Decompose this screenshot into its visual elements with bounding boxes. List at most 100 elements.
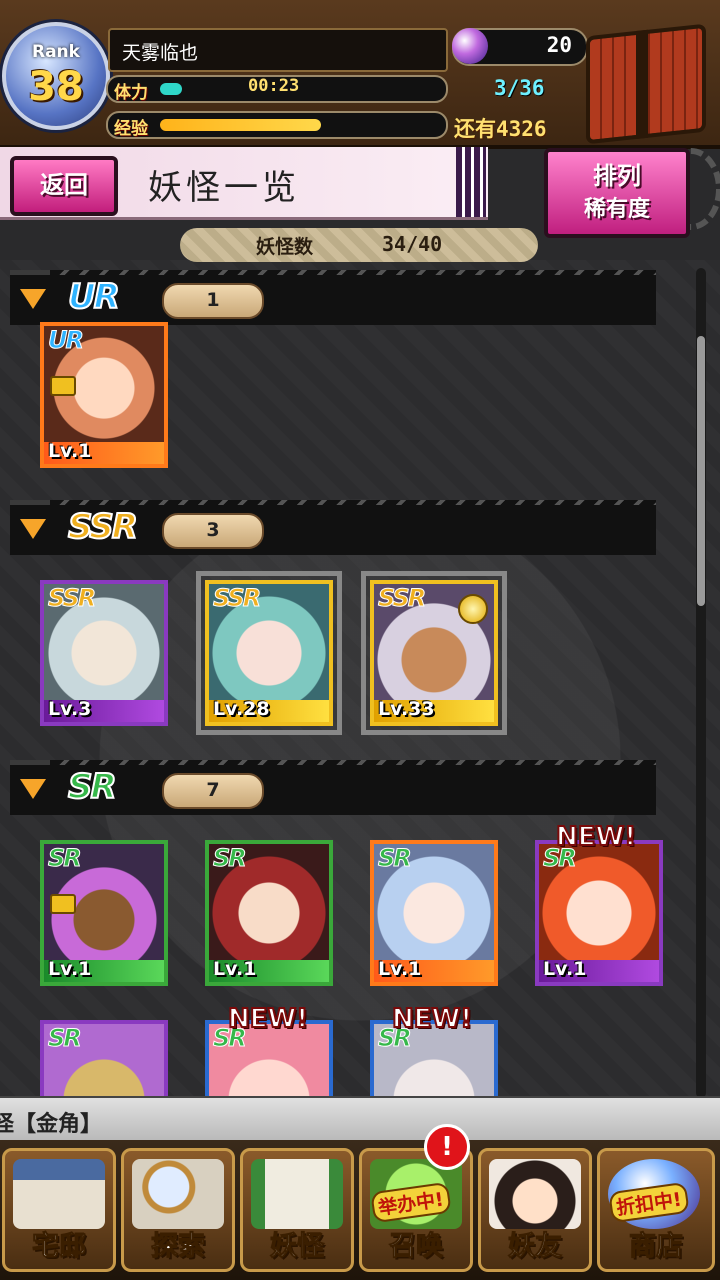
nav-friends-button[interactable]: 妖友	[478, 1148, 592, 1272]
card-level-bar: Lv.1	[374, 958, 494, 982]
nav-explore-button[interactable]: 探索	[121, 1148, 235, 1272]
scroll-icon	[251, 1159, 343, 1229]
yokai-card[interactable]: SSR Lv.28	[196, 571, 342, 735]
mansion-icon	[13, 1159, 105, 1229]
section-rarity: SR	[67, 766, 118, 808]
catgirl-icon	[489, 1159, 581, 1229]
player-name: 天雾临也	[122, 42, 199, 64]
section-rarity: UR	[67, 276, 121, 318]
section-header-sr[interactable]: SR 7	[10, 760, 656, 815]
card-level-bar: Lv.1	[44, 958, 164, 982]
yokai-card[interactable]: UR Lv.1	[40, 322, 168, 468]
new-badge: NEW!	[555, 821, 637, 853]
section-header-ur[interactable]: UR 1	[10, 270, 656, 325]
yokai-count-bar: 妖怪数 34/40	[180, 228, 538, 262]
card-level-bar: Lv.1	[44, 440, 164, 464]
card-level: Lv.1	[48, 958, 92, 980]
yokai-card[interactable]: SR Lv.1	[205, 840, 333, 986]
collapse-triangle-icon[interactable]	[20, 289, 46, 309]
exp-remaining-label: 还有	[454, 117, 496, 141]
new-badge: NEW!	[227, 1003, 309, 1035]
yokai-count-label: 妖怪数	[256, 236, 314, 258]
page-title: 妖怪一览	[148, 168, 300, 208]
bottom-nav: 宅邸 探索 妖怪 举办中! 召唤 妖友 折扣中! 商店	[0, 1140, 720, 1280]
card-level: Lv.1	[543, 958, 587, 980]
section-rarity: SSR	[67, 506, 139, 548]
sort-label: 排列	[593, 162, 641, 190]
yokai-card[interactable]: SR Lv.1	[535, 840, 663, 986]
card-level: Lv.33	[378, 698, 435, 720]
yokai-card[interactable]: SSR Lv.3	[40, 580, 168, 726]
collapse-triangle-icon[interactable]	[20, 519, 46, 539]
section-header-ssr[interactable]: SSR 3	[10, 500, 656, 555]
nav-label: 妖友	[508, 1231, 563, 1263]
card-level: Lv.28	[213, 698, 270, 720]
nav-label: 妖怪	[270, 1231, 325, 1263]
card-level-bar: Lv.3	[44, 698, 164, 722]
card-level: Lv.1	[378, 958, 422, 980]
nav-label: 商店	[629, 1231, 684, 1263]
rank-label: Rank	[32, 42, 80, 62]
gem-counter[interactable]: 20	[452, 28, 588, 66]
card-rarity: UR	[48, 326, 85, 355]
section-count: 3	[162, 513, 264, 549]
magnifier-map-icon	[132, 1159, 224, 1229]
scrollbar-thumb[interactable]	[697, 336, 705, 606]
card-rarity: SR	[48, 1024, 83, 1053]
nav-label: 宅邸	[32, 1231, 87, 1263]
scrollbar[interactable]	[696, 268, 706, 1098]
sort-value: 稀有度	[583, 197, 650, 222]
collapse-triangle-icon[interactable]	[20, 779, 46, 799]
nav-label: 召唤	[389, 1231, 444, 1263]
exp-remaining: 还有4326	[454, 113, 547, 143]
lock-icon	[50, 376, 76, 396]
card-rarity: SSR	[47, 584, 96, 613]
gem-count: 20	[546, 33, 572, 57]
player-name-box: 天雾临也	[108, 28, 448, 72]
stamina-count: 3/36	[494, 76, 545, 100]
title-stripe-decoration	[456, 147, 486, 217]
alert-badge-icon: !	[424, 1124, 470, 1170]
sort-button[interactable]: 排列 稀有度	[544, 148, 690, 238]
card-level-bar: Lv.1	[539, 958, 659, 982]
ticker-text: 怪【金角】	[0, 1112, 103, 1137]
nav-yokai-button[interactable]: 妖怪	[240, 1148, 354, 1272]
card-level-bar: Lv.28	[209, 698, 329, 722]
stamina-label: 体力	[114, 83, 148, 103]
lock-icon	[50, 894, 76, 914]
news-ticker[interactable]: 怪【金角】	[0, 1096, 720, 1142]
medal-icon	[458, 594, 488, 624]
card-rarity: SSR	[212, 584, 261, 613]
card-rarity: SR	[213, 844, 248, 873]
yokai-count-value: 34/40	[382, 232, 443, 256]
yokai-card[interactable]: SSR Lv.33	[361, 571, 507, 735]
exp-remaining-value: 4326	[496, 117, 547, 141]
new-badge: NEW!	[391, 1003, 473, 1035]
gem-icon	[452, 28, 488, 64]
card-level: Lv.3	[48, 698, 92, 720]
yokai-card[interactable]: SR	[40, 1020, 168, 1100]
stamina-fill	[160, 83, 182, 95]
section-count: 1	[162, 283, 264, 319]
exp-fill	[160, 119, 321, 131]
card-rarity: SR	[48, 844, 83, 873]
exp-label: 经验	[114, 119, 148, 139]
treasure-chest-icon[interactable]	[586, 23, 706, 145]
card-level: Lv.1	[48, 440, 92, 462]
nav-shop-button[interactable]: 折扣中! 商店	[597, 1148, 715, 1272]
exp-bar: 经验	[106, 111, 448, 139]
nav-mansion-button[interactable]: 宅邸	[2, 1148, 116, 1272]
card-rarity: SSR	[377, 584, 426, 613]
back-button[interactable]: 返回	[10, 156, 118, 216]
rank-value: 38	[28, 64, 84, 110]
card-level-bar: Lv.33	[374, 698, 494, 722]
stamina-bar: 体力 00:23	[106, 75, 448, 103]
rank-badge: Rank 38	[2, 22, 110, 130]
yokai-card[interactable]: SR Lv.1	[40, 840, 168, 986]
yokai-card[interactable]: SR Lv.1	[370, 840, 498, 986]
card-rarity: SR	[378, 844, 413, 873]
section-count: 7	[162, 773, 264, 809]
card-level: Lv.1	[213, 958, 257, 980]
stamina-timer: 00:23	[248, 76, 300, 96]
card-level-bar: Lv.1	[209, 958, 329, 982]
